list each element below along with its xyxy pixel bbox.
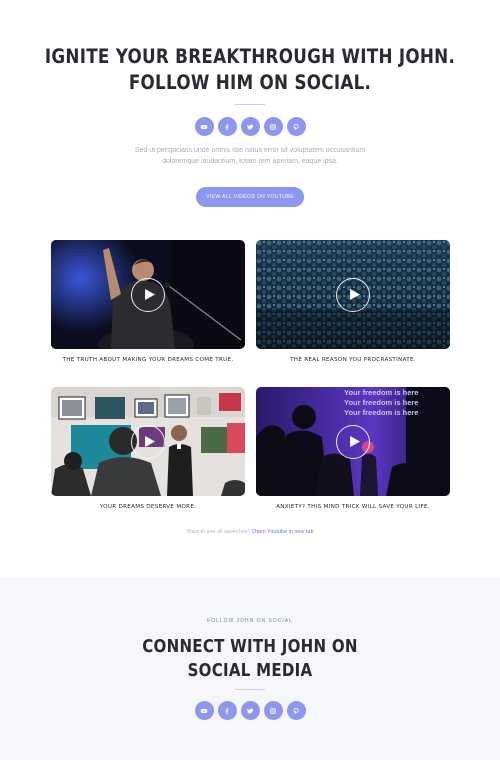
hero-title-line-1: IGNITE YOUR BREAKTHROUGH WITH JOHN.: [44, 45, 456, 68]
twitter-icon: [247, 123, 254, 130]
connect-title-line-1: CONNECT WITH JOHN ON: [142, 637, 358, 657]
hero-title-line-2: FOLLOW HIM ON SOCIAL.: [128, 71, 372, 94]
connect-kicker: FOLLOW JOHN ON SOCIAL: [207, 618, 293, 624]
video-card-2[interactable]: [256, 240, 450, 349]
screen-text-3: Your freedom is here: [344, 408, 418, 417]
view-all-videos-button[interactable]: VIEW ALL VIDEOS ON YOUTUBE: [196, 187, 304, 207]
youtube-icon: [200, 124, 208, 129]
more-speeches-prompt: Want to see all speeches?: [186, 529, 251, 535]
instagram-icon: [270, 707, 276, 714]
youtube-link[interactable]: [194, 117, 214, 136]
connect-divider: [235, 689, 265, 690]
facebook-icon: [225, 707, 229, 714]
hero-divider: [235, 104, 265, 105]
facebook-link[interactable]: [217, 117, 237, 136]
twitter-link[interactable]: [240, 701, 260, 720]
pinterest-link[interactable]: [286, 701, 306, 720]
play-button[interactable]: [131, 277, 165, 312]
instagram-icon: [270, 123, 276, 130]
play-button[interactable]: [336, 424, 370, 459]
play-button[interactable]: [131, 424, 165, 459]
video-caption-3[interactable]: YOUR DREAMS DESERVE MORE.: [51, 504, 245, 510]
instagram-link[interactable]: [263, 117, 283, 136]
screen-text-2: Your freedom is here: [344, 398, 418, 407]
open-youtube-link[interactable]: Open Youtube in new tab: [252, 529, 313, 535]
video-card-4[interactable]: Your freedom is here Your freedom is her…: [256, 387, 450, 496]
twitter-icon: [247, 707, 254, 714]
twitter-link[interactable]: [240, 117, 260, 136]
screen-text-1: Your freedom is here: [344, 388, 418, 397]
connect-title: CONNECT WITH JOHN ON SOCIAL MEDIA: [35, 635, 465, 683]
pinterest-icon: [293, 123, 299, 130]
hero-title: IGNITE YOUR BREAKTHROUGH WITH JOHN. FOLL…: [35, 44, 465, 96]
pinterest-link[interactable]: [286, 117, 306, 136]
video-caption-4[interactable]: ANXIETY? THIS MIND TRICK WILL SAVE YOUR …: [256, 504, 450, 510]
play-button[interactable]: [336, 277, 370, 312]
video-card-1[interactable]: [51, 240, 245, 349]
more-speeches-line: Want to see all speeches? Open Youtube i…: [0, 529, 500, 535]
pinterest-icon: [293, 707, 299, 714]
video-caption-2[interactable]: THE REAL REASON YOU PROCRASTINATE.: [256, 357, 450, 363]
hero-social-links: [0, 117, 500, 136]
youtube-icon: [200, 708, 208, 713]
facebook-icon: [225, 123, 229, 130]
play-icon: [144, 436, 155, 447]
facebook-link[interactable]: [217, 701, 237, 720]
play-icon: [349, 436, 360, 447]
connect-title-line-2: SOCIAL MEDIA: [187, 661, 313, 681]
play-icon: [144, 289, 155, 300]
instagram-link[interactable]: [263, 701, 283, 720]
hero-description: Sed ut perspiciatis unde omnis iste natu…: [134, 147, 366, 165]
video-card-3[interactable]: [51, 387, 245, 496]
connect-social-links: [0, 701, 500, 720]
video-caption-1[interactable]: THE TRUTH ABOUT MAKING YOUR DREAMS COME …: [51, 357, 245, 363]
play-icon: [349, 289, 360, 300]
youtube-link[interactable]: [194, 701, 214, 720]
